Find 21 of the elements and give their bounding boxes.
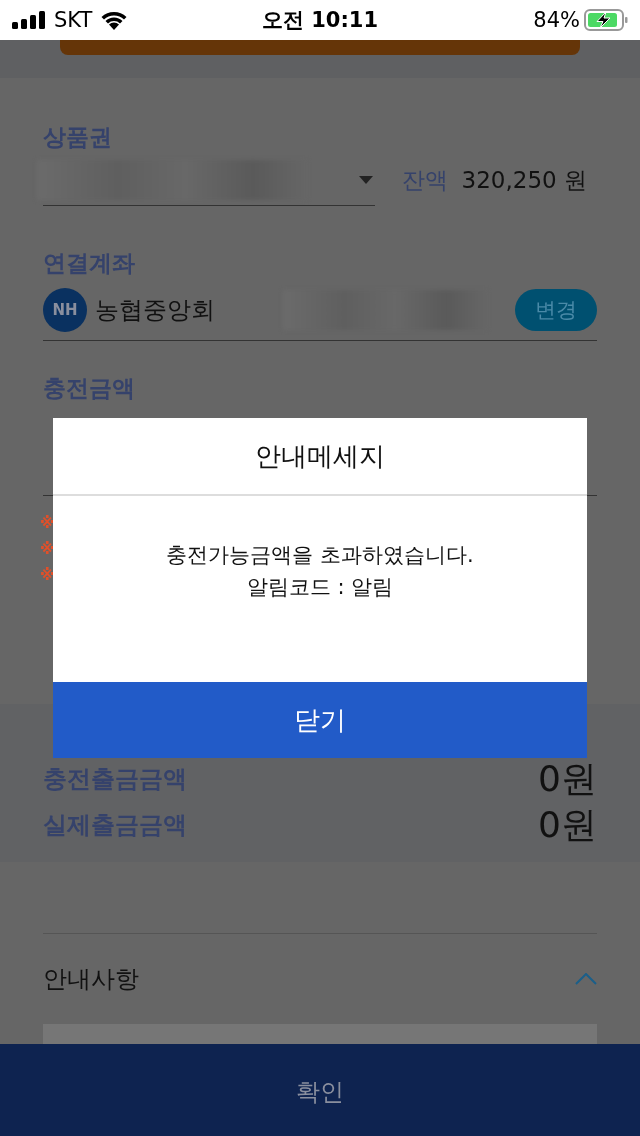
battery-charging-icon [584,9,628,31]
confirm-button[interactable]: 확인 [0,1044,640,1136]
dialog-title: 안내메세지 [53,418,587,496]
dialog-message: 충전가능금액을 초과하였습니다. 알림코드 : 알림 [166,542,474,601]
dropdown-caret-icon [359,175,373,184]
carrier-name: SKT [54,8,93,32]
notice-title: 안내사항 [43,964,139,995]
bank-logo: NH [43,288,87,332]
bank-name: 농협중앙회 [95,295,215,326]
close-button[interactable]: 닫기 [53,682,587,758]
battery-percent: 84% [533,8,580,32]
summary-value: 0원 [538,802,597,847]
clock-time: 오전 10:11 [261,7,379,34]
note-mark: ※ [40,513,55,534]
balance-amount: 320,250 원 [461,165,587,195]
note-mark: ※ [40,539,55,560]
wifi-icon [100,10,129,30]
signal-icon [12,11,46,29]
notice-header[interactable]: 안내사항 [43,934,597,1024]
note-mark: ※ [40,565,55,586]
summary-value: 0원 [538,756,597,801]
